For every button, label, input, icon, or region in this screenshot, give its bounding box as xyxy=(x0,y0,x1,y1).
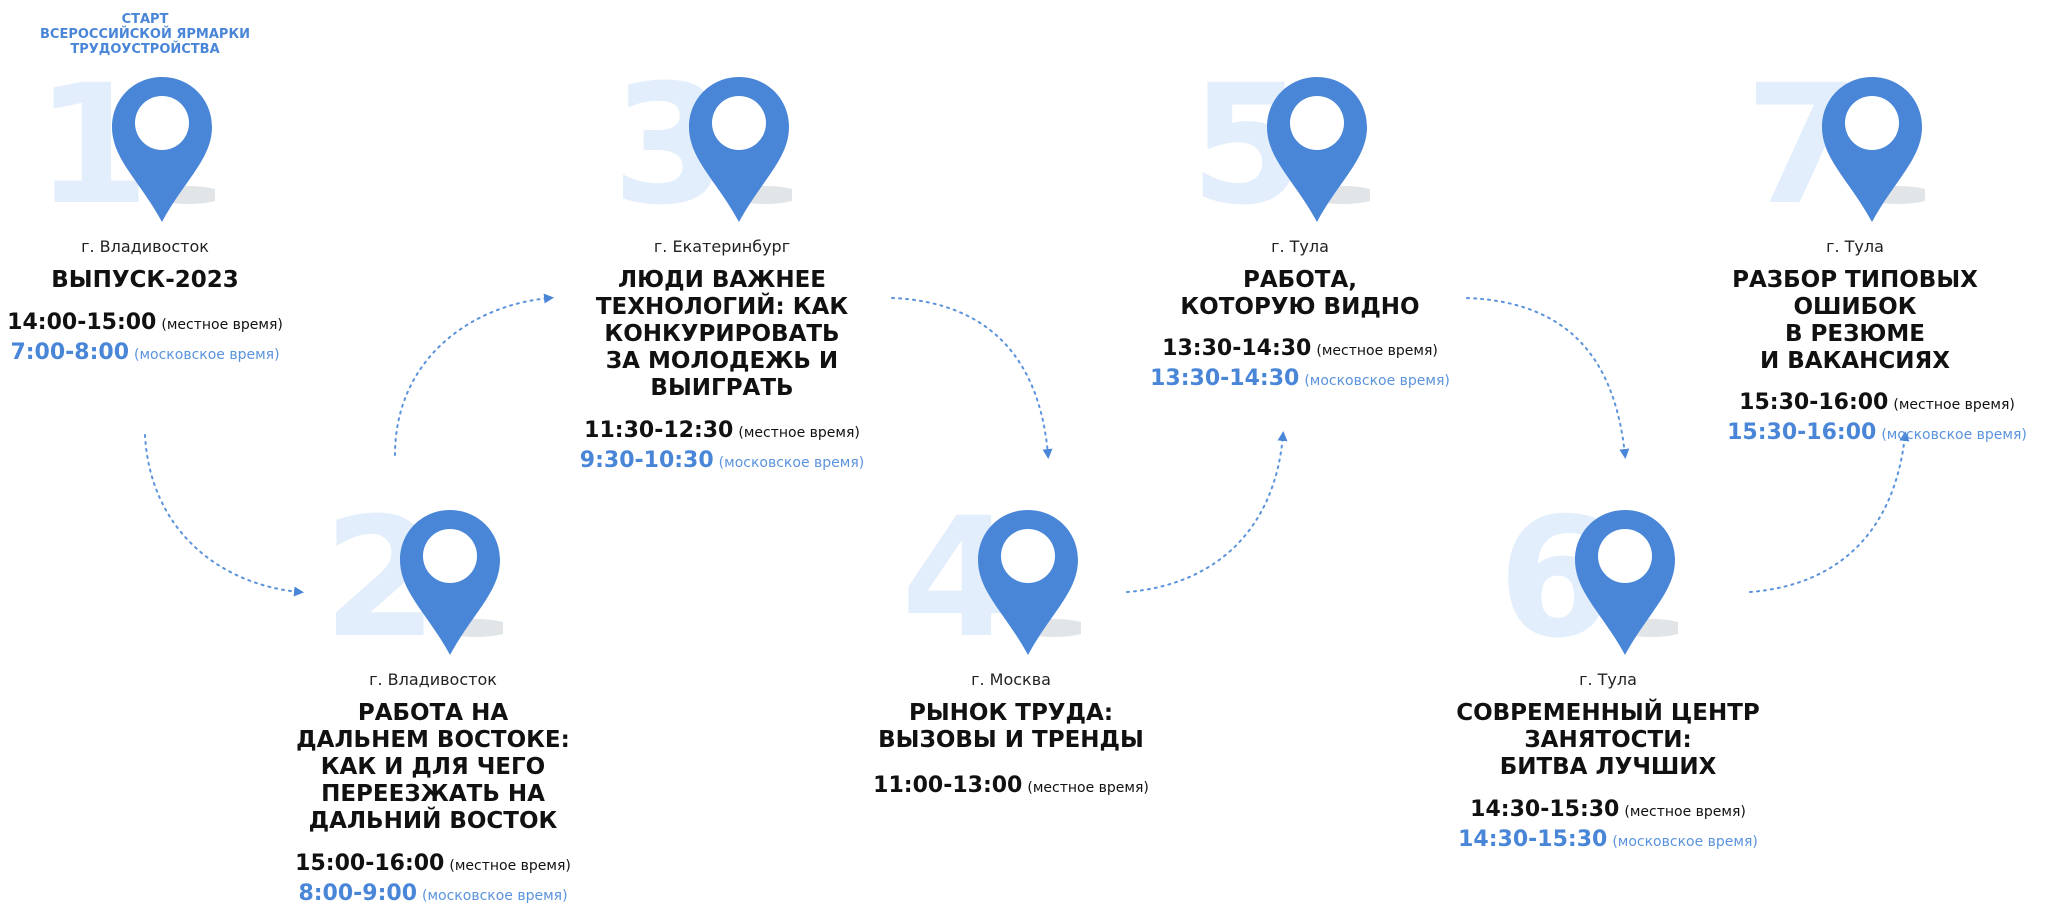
local-time-note: (местное время) xyxy=(449,858,571,874)
pin-area: 3 xyxy=(592,63,852,235)
map-pin-icon xyxy=(1822,77,1925,222)
moscow-time-note: (московское время) xyxy=(1304,373,1450,389)
local-time: 11:00-13:00 (местное время) xyxy=(811,772,1211,802)
stop-title: ЛЮДИ ВАЖНЕЕ ТЕХНОЛОГИЙ: КАК КОНКУРИРОВАТ… xyxy=(595,267,849,401)
stop-title: РАЗБОР ТИПОВЫХ ОШИБОК В РЕЗЮМЕ И ВАКАНСИ… xyxy=(1732,267,1978,374)
moscow-time: 8:00-9:00 (московское время) xyxy=(233,880,633,910)
moscow-time-note: (московское время) xyxy=(422,888,568,904)
stop-title: РЫНОК ТРУДА: ВЫЗОВЫ И ТРЕНДЫ xyxy=(878,700,1144,753)
stop-times: 11:00-13:00 (местное время) xyxy=(811,772,1211,802)
moscow-time: 14:30-15:30 (московское время) xyxy=(1408,826,1808,856)
moscow-time-note: (московское время) xyxy=(718,455,865,471)
moscow-time-note: (московское время) xyxy=(134,347,280,363)
moscow-time-value: 14:30-15:30 xyxy=(1458,827,1608,852)
local-time: 11:30-12:30 (местное время) xyxy=(522,417,922,447)
moscow-time-value: 8:00-9:00 xyxy=(298,881,418,906)
map-pin-icon xyxy=(689,77,792,222)
local-time-note: (местное время) xyxy=(738,425,860,441)
stop-city: г. Тула xyxy=(1826,237,1884,256)
stop-city: г. Владивосток xyxy=(369,670,497,689)
stop-times: 13:30-14:30 (местное время) 13:30-14:30 (м… xyxy=(1100,335,1500,395)
stop-title: РАБОТА НА ДАЛЬНЕМ ВОСТОКЕ: КАК И ДЛЯ ЧЕГ… xyxy=(296,700,570,834)
local-time: 14:00-15:00 (местное время) xyxy=(0,309,345,339)
local-time: 14:30-15:30 (местное время) xyxy=(1408,796,1808,826)
moscow-time: 13:30-14:30 (московское время) xyxy=(1100,365,1500,395)
moscow-time: 15:30-16:00 (московское время) xyxy=(1657,419,2056,449)
local-time: 15:00-16:00 (местное время) xyxy=(233,850,633,880)
local-time-value: 15:30-16:00 xyxy=(1739,390,1889,415)
local-time-note: (местное время) xyxy=(161,317,283,333)
pin-area: 4 xyxy=(881,496,1141,668)
local-time-value: 11:00-13:00 xyxy=(873,773,1023,798)
local-time: 13:30-14:30 (местное время) xyxy=(1100,335,1500,365)
stop-times: 11:30-12:30 (местное время) 9:30-10:30 (мо… xyxy=(522,417,922,477)
stop-times: 15:30-16:00 (местное время) 15:30-16:00 (м… xyxy=(1657,389,2056,449)
local-time-value: 13:30-14:30 xyxy=(1162,336,1312,361)
stop-city: г. Екатеринбург xyxy=(653,237,791,256)
moscow-time-value: 15:30-16:00 xyxy=(1727,420,1877,445)
stop-city: г. Владивосток xyxy=(81,237,209,256)
local-time-value: 14:00-15:00 xyxy=(7,310,157,335)
pin-area: 1 xyxy=(15,63,275,235)
map-pin-icon xyxy=(1267,77,1370,222)
local-time-value: 11:30-12:30 xyxy=(584,418,734,443)
local-time: 15:30-16:00 (местное время) xyxy=(1657,389,2056,419)
moscow-time-note: (московское время) xyxy=(1612,834,1758,850)
map-pin-icon xyxy=(400,510,503,655)
moscow-time-value: 13:30-14:30 xyxy=(1150,366,1300,391)
map-pin-icon xyxy=(112,77,215,222)
stop-title: СОВРЕМЕННЫЙ ЦЕНТР ЗАНЯТОСТИ: БИТВА ЛУЧШИ… xyxy=(1456,700,1760,780)
connector-1-2 xyxy=(144,434,304,597)
stop-city: г. Тула xyxy=(1271,237,1329,256)
stop-title: ВЫПУСК-2023 xyxy=(51,267,239,293)
stop-times: 15:00-16:00 (местное время) 8:00-9:00 (мос… xyxy=(233,850,633,910)
stop-times: 14:30-15:30 (местное время) 14:30-15:30 (м… xyxy=(1408,796,1808,856)
stop-times: 14:00-15:00 (местное время) 7:00-8:00 (мос… xyxy=(0,309,345,369)
pin-area: 6 xyxy=(1478,496,1738,668)
moscow-time: 9:30-10:30 (московское время) xyxy=(522,447,922,477)
local-time-note: (местное время) xyxy=(1316,343,1438,359)
map-pin-icon xyxy=(978,510,1081,655)
local-time-note: (местное время) xyxy=(1624,804,1746,820)
local-time-note: (местное время) xyxy=(1027,780,1149,796)
stop-city: г. Тула xyxy=(1579,670,1637,689)
stop-title: РАБОТА, КОТОРУЮ ВИДНО xyxy=(1180,267,1420,320)
pin-area: 7 xyxy=(1725,63,1985,235)
pin-area: 2 xyxy=(303,496,563,668)
local-time-value: 14:30-15:30 xyxy=(1470,797,1620,822)
pin-area: 5 xyxy=(1170,63,1430,235)
local-time-note: (местное время) xyxy=(1893,397,2015,413)
map-pin-icon xyxy=(1575,510,1678,655)
moscow-time-value: 7:00-8:00 xyxy=(10,340,130,365)
moscow-time: 7:00-8:00 (московское время) xyxy=(0,339,345,369)
moscow-time-note: (московское время) xyxy=(1881,427,2027,443)
connector-4-5 xyxy=(1126,431,1288,593)
connector-6-7 xyxy=(1749,431,1910,593)
stop-city: г. Москва xyxy=(971,670,1051,689)
local-time-value: 15:00-16:00 xyxy=(295,851,445,876)
moscow-time-value: 9:30-10:30 xyxy=(579,448,714,473)
